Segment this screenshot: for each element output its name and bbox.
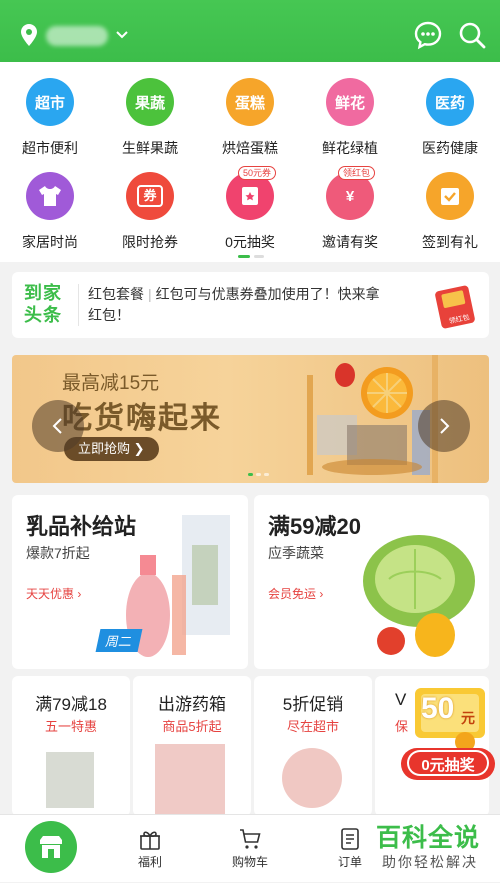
category-home-fashion[interactable]: 家居时尚 <box>0 158 100 250</box>
weekday-badge: 周二 <box>95 629 143 652</box>
category-invite[interactable]: ¥ 领红包 邀请有奖 <box>300 158 400 250</box>
location-text-blurred[interactable] <box>46 26 108 46</box>
grid-page-indicator <box>238 255 268 259</box>
store-icon <box>40 836 62 858</box>
category-supermarket[interactable]: 超市 超市便利 <box>0 64 100 156</box>
product-image-blurred <box>155 744 225 814</box>
lottery-button-label[interactable]: 0元抽奖 <box>399 754 497 775</box>
cake-icon: 蛋糕 <box>226 78 274 126</box>
card-subtitle: 爆款7折起 <box>26 545 90 561</box>
category-label: 生鲜果蔬 <box>122 140 178 156</box>
calendar-check-icon <box>426 172 474 220</box>
category-label: 家居时尚 <box>22 234 78 250</box>
category-label: 鲜花绿植 <box>322 140 378 156</box>
dairy-products-image <box>126 515 230 657</box>
banner-next-button[interactable] <box>418 400 470 452</box>
floating-lottery-widget[interactable]: 50 元 0元抽奖 <box>399 686 497 794</box>
category-coupons[interactable]: 券 限时抢券 <box>100 158 200 250</box>
red-packet-icon: 领红包 <box>435 285 475 329</box>
message-icon[interactable] <box>413 20 443 50</box>
promo-small-card[interactable]: 出游药箱 商品5折起 <box>133 676 251 816</box>
lottery-amount: 50 <box>421 692 455 725</box>
category-flowers[interactable]: 鲜花 鲜花绿植 <box>300 64 400 156</box>
promo-small-card[interactable]: 满79减18 五一特惠 <box>12 676 130 816</box>
promo-small-card[interactable]: 5折促销 尽在超市 <box>254 676 372 816</box>
category-label: 超市便利 <box>22 140 78 156</box>
shirt-icon <box>26 172 74 220</box>
location-pin-icon[interactable] <box>19 23 39 47</box>
vegetables-image <box>363 535 475 657</box>
promo-banner[interactable]: 最高减15元 吃货嗨起来 立即抢购 ❯ <box>12 355 489 483</box>
chevron-right-icon <box>440 418 450 434</box>
category-label: 烘焙蛋糕 <box>222 140 278 156</box>
product-image-blurred <box>282 748 342 808</box>
gift-icon <box>140 831 160 850</box>
news-text: 红包套餐 | 红包可与优惠券叠加使用了！快来拿红包！ <box>88 286 380 323</box>
product-image-blurred <box>46 752 94 808</box>
news-brand-logo: 到家 头条 <box>24 283 62 325</box>
dairy-promo-card[interactable]: 乳品补给站 爆款7折起 天天优惠 › 周二 <box>12 495 248 669</box>
category-label: 0元抽奖 <box>225 234 275 250</box>
card-link[interactable]: 会员免运 › <box>268 585 323 602</box>
red-packet-tag: 领红包 <box>338 166 376 180</box>
card-title: 满59减20 <box>268 514 361 539</box>
fruit-icon: 果蔬 <box>126 78 174 126</box>
card-subtitle: 应季蔬菜 <box>268 545 324 561</box>
watermark-title: 百科全说 <box>376 824 481 852</box>
banner-title: 吃货嗨起来 <box>62 402 222 435</box>
coupon-tag: 50元券 <box>238 166 277 180</box>
medicine-icon: 医药 <box>426 78 474 126</box>
card-link[interactable]: 天天优惠 › <box>26 585 81 602</box>
vegetable-promo-card[interactable]: 满59减20 应季蔬菜 会员免运 › <box>254 495 489 669</box>
chevron-left-icon <box>52 418 62 434</box>
flower-icon: 鲜花 <box>326 78 374 126</box>
lottery-unit: 元 <box>461 710 475 726</box>
category-grid: 超市 超市便利 果蔬 生鲜果蔬 蛋糕 烘焙蛋糕 鲜花 鲜花绿植 医药 医药健康 … <box>0 62 500 262</box>
category-label: 医药健康 <box>422 140 478 156</box>
card-subtitle: 五一特惠 <box>44 719 97 734</box>
tab-benefits[interactable]: 福利 <box>100 815 200 883</box>
cart-icon <box>240 829 261 849</box>
tab-label: 购物车 <box>231 855 268 869</box>
news-tag: 红包套餐 <box>88 286 144 302</box>
card-title: 乳品补给站 <box>26 514 137 539</box>
watermark-logo: 百科全说 助你轻松解决 <box>376 818 494 878</box>
card-title: 满79减18 <box>35 695 107 714</box>
watermark-subtitle: 助你轻松解决 <box>382 854 478 870</box>
card-title: 出游药箱 <box>158 695 226 714</box>
tab-label: 福利 <box>137 855 162 869</box>
card-subtitle: 商品5折起 <box>162 719 222 734</box>
category-checkin[interactable]: 签到有礼 <box>400 158 500 250</box>
category-label: 签到有礼 <box>422 234 478 250</box>
headline-news-strip[interactable]: 到家 头条 红包套餐 | 红包可与优惠券叠加使用了！快来拿红包！ 领红包 <box>12 272 489 338</box>
chevron-down-icon[interactable] <box>114 27 130 43</box>
category-label: 邀请有奖 <box>322 234 378 250</box>
category-lottery[interactable]: 50元券 0元抽奖 <box>200 158 300 250</box>
top-header <box>0 0 500 62</box>
category-bakery[interactable]: 蛋糕 烘焙蛋糕 <box>200 64 300 156</box>
home-tab-button[interactable] <box>25 821 77 873</box>
card-title: 5折促销 <box>282 695 344 714</box>
coupon-icon: 券 <box>126 172 174 220</box>
category-fresh[interactable]: 果蔬 生鲜果蔬 <box>100 64 200 156</box>
category-label: 限时抢券 <box>122 234 178 250</box>
search-icon[interactable] <box>457 20 487 50</box>
tab-cart[interactable]: 购物车 <box>200 815 300 883</box>
card-subtitle: 尽在超市 <box>286 719 339 734</box>
order-icon <box>341 828 359 850</box>
banner-prev-button[interactable] <box>32 400 84 452</box>
supermarket-icon: 超市 <box>26 78 74 126</box>
banner-page-indicator <box>248 473 278 477</box>
category-medicine[interactable]: 医药 医药健康 <box>400 64 500 156</box>
banner-subtitle: 最高减15元 <box>62 373 160 394</box>
